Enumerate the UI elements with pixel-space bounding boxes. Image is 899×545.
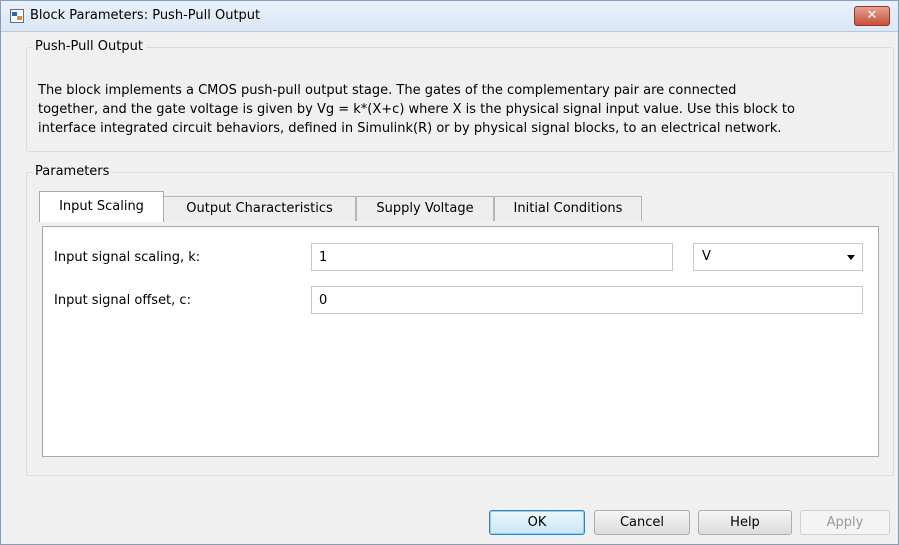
description-line: together, and the gate voltage is given … [38,102,795,117]
unit-value: V [702,249,711,264]
input-signal-scaling-label: Input signal scaling, k: [54,250,201,265]
simulink-block-icon [10,9,24,23]
tab-initial-conditions[interactable]: Initial Conditions [494,196,642,221]
ok-button[interactable]: OK [489,510,585,535]
block-name: Push-Pull Output [35,39,143,54]
input-scaling-panel: Input signal scaling, k: V Input signal … [42,226,879,457]
title-bar[interactable]: Block Parameters: Push-Pull Output ✕ [1,1,898,32]
block-description: The block implements a CMOS push-pull ou… [38,81,899,138]
help-button[interactable]: Help [698,510,792,535]
close-button[interactable]: ✕ [854,6,890,26]
block-parameters-dialog: Block Parameters: Push-Pull Output ✕ Pus… [0,0,899,545]
window-title: Block Parameters: Push-Pull Output [30,8,261,23]
input-signal-offset-label: Input signal offset, c: [54,293,191,308]
apply-button[interactable]: Apply [800,510,890,535]
input-signal-offset-field[interactable] [311,286,863,314]
tab-input-scaling[interactable]: Input Scaling [39,191,164,222]
description-line: The block implements a CMOS push-pull ou… [38,83,737,98]
tab-output-characteristics[interactable]: Output Characteristics [163,196,356,221]
close-icon: ✕ [866,8,878,23]
parameters-tabs-area: Input Scaling Output Characteristics Sup… [26,164,892,474]
description-line: interface integrated circuit behaviors, … [38,121,782,136]
tab-supply-voltage[interactable]: Supply Voltage [356,196,494,221]
input-signal-scaling-unit-dropdown[interactable]: V [693,243,863,271]
input-signal-scaling-field[interactable] [311,243,673,271]
chevron-down-icon [847,255,855,260]
cancel-button[interactable]: Cancel [594,510,690,535]
